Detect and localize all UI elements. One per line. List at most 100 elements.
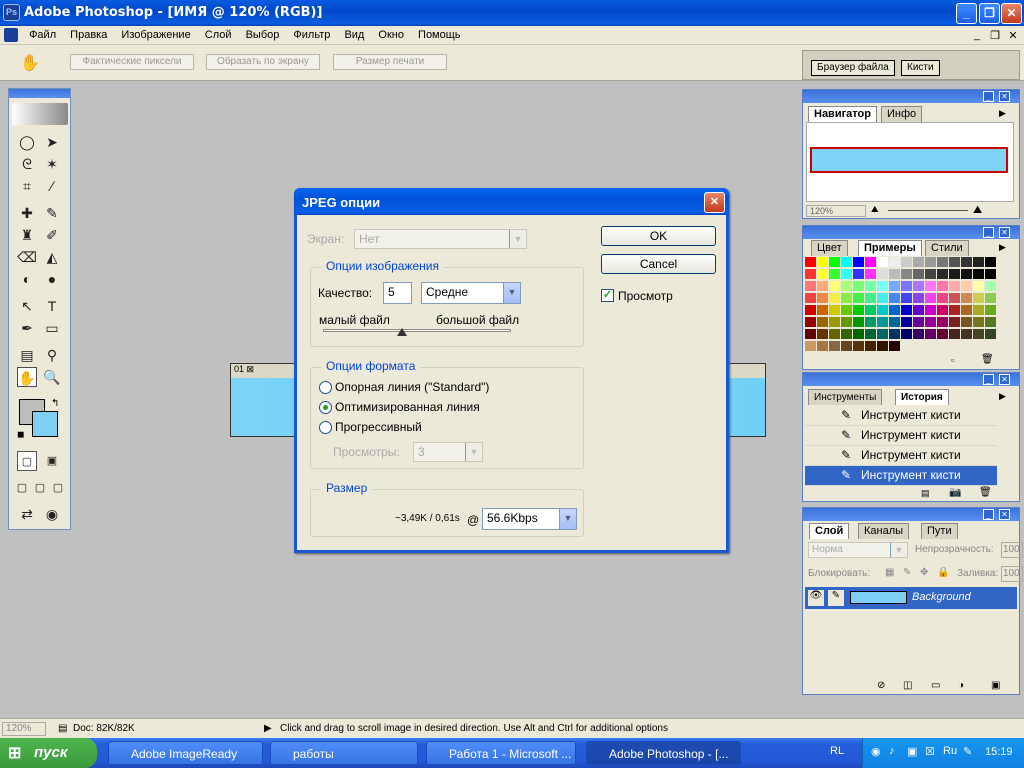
tab-file-browser[interactable]: Браузер файла: [811, 60, 895, 76]
close-icon[interactable]: ✕: [999, 374, 1010, 385]
tray-icon[interactable]: ▣: [907, 745, 917, 758]
color-swatch[interactable]: [901, 281, 912, 291]
marquee-tool-icon[interactable]: ◯: [17, 132, 37, 152]
color-swatch[interactable]: [865, 305, 876, 315]
shape-tool-icon[interactable]: ▭: [42, 318, 62, 338]
color-swatch[interactable]: [829, 257, 840, 267]
tab-styles[interactable]: Стили: [925, 240, 969, 256]
color-swatch[interactable]: [889, 341, 900, 351]
color-swatch[interactable]: [829, 281, 840, 291]
brush-link-icon[interactable]: ✎: [828, 590, 844, 606]
menu-view[interactable]: Вид: [338, 26, 369, 41]
pen-tool-icon[interactable]: ✒: [17, 318, 37, 338]
color-swatch[interactable]: [973, 293, 984, 303]
history-item[interactable]: ✎ Инструмент кисти: [805, 426, 997, 446]
color-swatch[interactable]: [973, 281, 984, 291]
color-swatch[interactable]: [841, 341, 852, 351]
move-tool-icon[interactable]: ➤: [42, 132, 62, 152]
jump-to-imageready-icon[interactable]: ⇄: [17, 504, 37, 524]
color-swatch[interactable]: [805, 317, 816, 327]
color-swatch[interactable]: [853, 305, 864, 315]
palette-header[interactable]: _ ✕: [803, 373, 1019, 386]
opacity-input[interactable]: 100: [1001, 542, 1023, 558]
doc-restore-icon[interactable]: ❐: [988, 29, 1002, 42]
dialog-title-bar[interactable]: JPEG опции ✕: [294, 188, 729, 215]
color-swatch[interactable]: [889, 317, 900, 327]
dodge-tool-icon[interactable]: ●: [42, 269, 62, 289]
color-swatch[interactable]: [841, 281, 852, 291]
color-swatch[interactable]: [865, 257, 876, 267]
tab-tool-presets[interactable]: Инструменты: [808, 389, 883, 405]
eyedropper-icon[interactable]: ⚲: [42, 345, 62, 365]
color-swatch[interactable]: [901, 329, 912, 339]
tray-icon[interactable]: ✎: [963, 745, 972, 758]
color-swatch[interactable]: [817, 281, 828, 291]
color-swatch[interactable]: [877, 293, 888, 303]
tab-navigator[interactable]: Навигатор: [808, 106, 877, 122]
hand-tool-icon[interactable]: ✋: [20, 53, 40, 73]
status-zoom[interactable]: 120%: [2, 722, 46, 736]
menu-image[interactable]: Изображение: [115, 26, 195, 41]
chevron-down-icon[interactable]: ▼: [503, 283, 520, 303]
minimize-button[interactable]: _: [956, 3, 977, 24]
cancel-button[interactable]: Cancel: [601, 254, 716, 274]
tray-icon[interactable]: ◉: [871, 745, 881, 758]
quality-slider[interactable]: [323, 329, 511, 332]
swatch-grid[interactable]: [805, 257, 1005, 353]
start-button[interactable]: ⊞ пуск: [0, 738, 97, 768]
healing-brush-icon[interactable]: ✚: [17, 203, 37, 223]
restore-button[interactable]: ❐: [979, 3, 1000, 24]
document-menu-icon[interactable]: [4, 28, 18, 42]
color-swatch[interactable]: [985, 329, 996, 339]
color-swatch[interactable]: [937, 293, 948, 303]
image-close-icon[interactable]: ⊠: [247, 364, 255, 374]
color-swatch[interactable]: [865, 293, 876, 303]
color-swatch[interactable]: [889, 329, 900, 339]
color-swatch[interactable]: [985, 341, 996, 351]
color-swatch[interactable]: [961, 329, 972, 339]
menu-filter[interactable]: Фильтр: [287, 26, 335, 41]
close-icon[interactable]: ✕: [999, 227, 1010, 238]
color-swatch[interactable]: [937, 305, 948, 315]
adjustment-layer-icon[interactable]: ◑: [958, 680, 964, 691]
chevron-down-icon[interactable]: ▼: [559, 509, 576, 529]
task-word[interactable]: Работа 1 - Microsoft ...: [426, 741, 576, 765]
connection-speed-select[interactable]: 56.6Kbps ▼: [482, 508, 577, 530]
new-layer-icon[interactable]: ▣: [991, 680, 1000, 691]
color-swatch[interactable]: [925, 257, 936, 267]
default-colors-icon[interactable]: ◼: [17, 429, 24, 440]
color-swatch[interactable]: [973, 257, 984, 267]
actual-pixels-button[interactable]: Фактические пиксели: [70, 54, 194, 70]
color-swatch[interactable]: [817, 341, 828, 351]
color-swatch[interactable]: [961, 269, 972, 279]
eraser-tool-icon[interactable]: ⌫: [17, 247, 37, 267]
tab-paths[interactable]: Пути: [921, 523, 958, 539]
new-set-icon[interactable]: ▭: [931, 680, 940, 691]
magic-wand-icon[interactable]: ✶: [42, 154, 62, 174]
color-swatch[interactable]: [949, 329, 960, 339]
color-swatch[interactable]: [985, 317, 996, 327]
menu-help[interactable]: Помощь: [412, 26, 466, 41]
color-swatch[interactable]: [913, 305, 924, 315]
color-swatch[interactable]: [805, 281, 816, 291]
color-swatch[interactable]: [865, 317, 876, 327]
zoom-in-icon[interactable]: ⛰: [973, 204, 982, 217]
radio-progressive[interactable]: [319, 421, 332, 434]
color-swatch[interactable]: [841, 257, 852, 267]
color-swatch[interactable]: [973, 269, 984, 279]
color-swatch[interactable]: [913, 329, 924, 339]
color-swatch[interactable]: [841, 305, 852, 315]
fit-screen-button[interactable]: Образать по экрану: [206, 54, 320, 70]
menu-edit[interactable]: Правка: [64, 26, 112, 41]
status-menu-icon[interactable]: ▶: [264, 723, 272, 734]
color-swatch[interactable]: [877, 281, 888, 291]
lock-position-icon[interactable]: ✥: [920, 567, 928, 578]
zoom-slider[interactable]: [888, 210, 968, 211]
color-swatch[interactable]: [925, 317, 936, 327]
standard-mode-icon[interactable]: ▢: [17, 451, 37, 471]
color-swatch[interactable]: [889, 269, 900, 279]
color-swatch[interactable]: [937, 269, 948, 279]
color-swatch[interactable]: [805, 257, 816, 267]
screen-mode-standard-icon[interactable]: ▢: [12, 478, 32, 498]
brush-tool-icon[interactable]: ✎: [42, 203, 62, 223]
